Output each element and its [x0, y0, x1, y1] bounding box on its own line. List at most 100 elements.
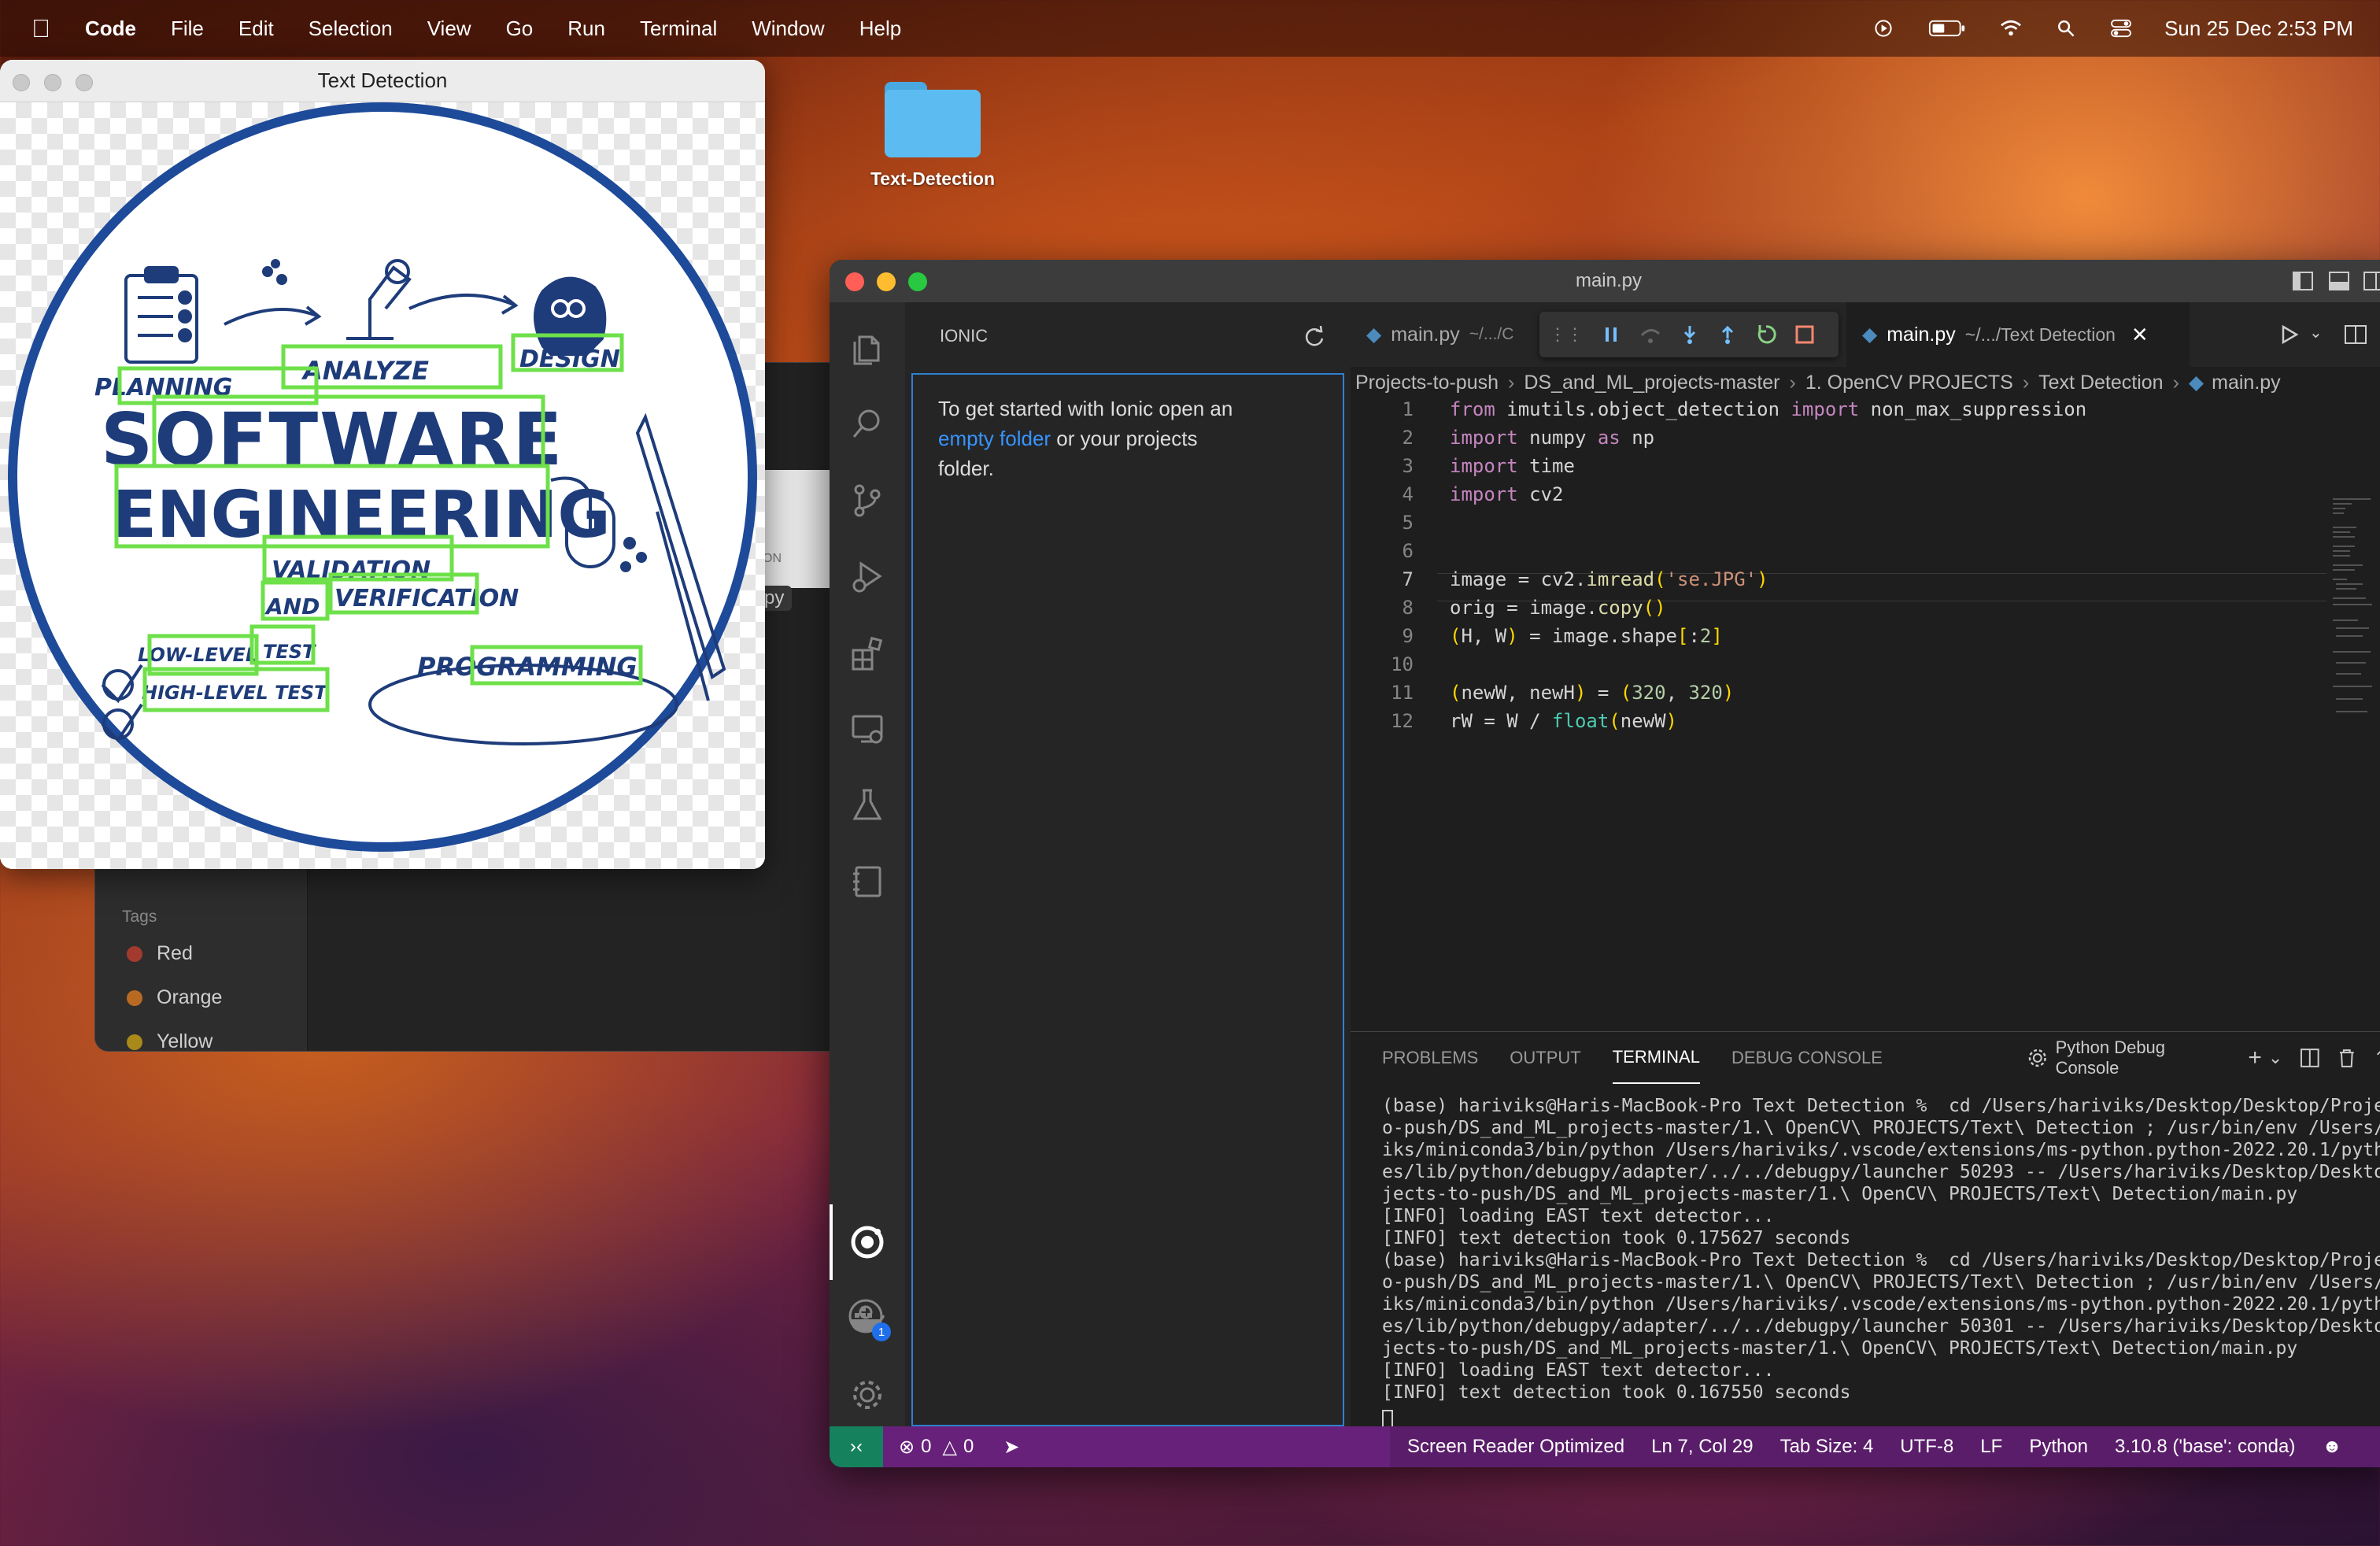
- toggle-primary-sidebar-icon[interactable]: [2292, 271, 2314, 291]
- breadcrumb-item[interactable]: Projects-to-push: [1355, 372, 1499, 394]
- apple-menu-icon[interactable]: : [31, 14, 50, 43]
- line-number: 2: [1402, 427, 1414, 449]
- debug-stop-icon[interactable]: [1794, 324, 1815, 345]
- vscode-window-title: main.py: [1575, 270, 1643, 291]
- menu-terminal[interactable]: Terminal: [640, 17, 717, 41]
- manage-gear-icon[interactable]: [845, 1373, 889, 1417]
- tab-main-py-active[interactable]: ◆ main.py ~/.../Text Detection ✕: [1846, 302, 2190, 367]
- remote-explorer-icon[interactable]: [845, 707, 889, 751]
- control-center-icon[interactable]: [2109, 19, 2133, 38]
- menu-go[interactable]: Go: [506, 17, 534, 41]
- finder-tag-yellow[interactable]: Yellow: [127, 1030, 213, 1051]
- maximize-panel-chevron-icon[interactable]: ⌃: [2374, 1048, 2380, 1068]
- sidebar-header: IONIC: [905, 302, 1351, 370]
- search-icon[interactable]: [845, 401, 889, 446]
- menubar-clock[interactable]: Sun 25 Dec 2:53 PM: [2164, 17, 2353, 41]
- minimize-button[interactable]: [877, 272, 896, 291]
- tab-size-status[interactable]: Tab Size: 4: [1780, 1436, 1874, 1458]
- source-control-icon[interactable]: [845, 479, 889, 523]
- refresh-icon[interactable]: [1303, 326, 1325, 348]
- editor-tabs: ◆ main.py ~/.../C ⋮⋮ ◆ main.py ~/.../Tex…: [1351, 302, 2380, 367]
- cursor-position-status[interactable]: Ln 7, Col 29: [1651, 1436, 1753, 1458]
- explorer-icon[interactable]: [845, 326, 889, 370]
- screen-reader-status[interactable]: Screen Reader Optimized: [1407, 1436, 1624, 1458]
- feedback-icon[interactable]: ☻: [2322, 1436, 2341, 1458]
- zoom-button[interactable]: [908, 272, 927, 291]
- menu-edit[interactable]: Edit: [238, 17, 274, 41]
- debug-drag-handle-icon[interactable]: ⋮⋮: [1549, 324, 1584, 345]
- code-line: import time: [1450, 455, 1575, 477]
- breadcrumb-item[interactable]: 1. OpenCV PROJECTS: [1805, 372, 2013, 394]
- panel-tabs: PROBLEMS OUTPUT TERMINAL DEBUG CONSOLE P…: [1351, 1032, 2380, 1084]
- ionic-welcome-panel: To get started with Ionic open an empty …: [911, 373, 1344, 1426]
- tab-terminal[interactable]: TERMINAL: [1612, 1032, 1700, 1084]
- battery-icon[interactable]: [1927, 19, 1968, 38]
- extensions-icon[interactable]: [845, 631, 889, 675]
- terminal-output[interactable]: (base) hariviks@Haris-MacBook-Pro Text D…: [1351, 1084, 2380, 1415]
- toggle-panel-icon[interactable]: [2328, 271, 2350, 291]
- terminal-selector[interactable]: Python Debug Console: [2056, 1037, 2231, 1078]
- code-editor[interactable]: 1234567891011121314151617181920212223 fr…: [1351, 398, 2380, 734]
- run-dropdown-chevron-icon[interactable]: ⌄: [2309, 323, 2323, 342]
- debug-pause-icon[interactable]: [1601, 324, 1621, 345]
- play-circle-icon[interactable]: [1872, 19, 1895, 38]
- vscode-titlebar[interactable]: main.py: [830, 260, 2380, 302]
- debug-step-over-icon[interactable]: [1639, 324, 1662, 345]
- file-icon-text: ON: [763, 552, 782, 565]
- debug-console-gear-icon: [2028, 1049, 2046, 1067]
- tab-close-icon[interactable]: ✕: [2131, 323, 2149, 347]
- interpreter-status[interactable]: 3.10.8 ('base': conda): [2115, 1436, 2295, 1458]
- debug-step-into-icon[interactable]: [1680, 324, 1700, 345]
- accounts-icon[interactable]: 1: [845, 1296, 891, 1341]
- toggle-secondary-sidebar-icon[interactable]: [2363, 271, 2380, 291]
- breadcrumb-item[interactable]: DS_and_ML_projects-master: [1524, 372, 1779, 394]
- debug-launch-icon[interactable]: ➤: [1003, 1436, 1019, 1459]
- ionic-icon[interactable]: [845, 1220, 889, 1264]
- menu-window[interactable]: Window: [752, 17, 824, 41]
- tab-main-py-1[interactable]: ◆ main.py ~/.../C: [1351, 302, 1539, 367]
- desktop-folder-label: Text-Detection: [870, 168, 996, 189]
- activity-selection-indicator: [830, 1204, 833, 1280]
- remote-indicator-icon[interactable]: ›‹: [830, 1426, 883, 1467]
- minimize-button[interactable]: [44, 74, 61, 91]
- menu-help[interactable]: Help: [859, 17, 901, 41]
- spotlight-search-icon[interactable]: [2054, 19, 2078, 38]
- empty-folder-link[interactable]: empty folder: [938, 427, 1051, 450]
- tab-problems[interactable]: PROBLEMS: [1382, 1032, 1478, 1084]
- tab-output[interactable]: OUTPUT: [1510, 1032, 1580, 1084]
- new-terminal-icon[interactable]: +: [2248, 1045, 2262, 1071]
- terminal-dropdown-chevron-icon[interactable]: ⌄: [2268, 1048, 2282, 1068]
- problems-status[interactable]: ⊗ 0 △ 0 ➤: [899, 1436, 1019, 1459]
- breadcrumb-item[interactable]: Text Detection: [2038, 372, 2163, 394]
- menu-file[interactable]: File: [171, 17, 204, 41]
- tab-debug-console[interactable]: DEBUG CONSOLE: [1731, 1032, 1883, 1084]
- encoding-status[interactable]: UTF-8: [1900, 1436, 1953, 1458]
- finder-tag-orange[interactable]: Orange: [127, 986, 222, 1009]
- debug-step-out-icon[interactable]: [1717, 324, 1738, 345]
- debug-restart-icon[interactable]: [1755, 324, 1777, 346]
- desktop-folder[interactable]: Text-Detection: [866, 82, 1000, 190]
- eol-status[interactable]: LF: [1980, 1436, 2002, 1458]
- finder-tag-red[interactable]: Red: [127, 942, 193, 965]
- notebook-icon[interactable]: [845, 860, 889, 904]
- zoom-button[interactable]: [76, 74, 93, 91]
- image-word-verification: VERIFICATION: [334, 585, 519, 612]
- minimap[interactable]: [2331, 494, 2378, 730]
- close-button[interactable]: [13, 74, 30, 91]
- close-button[interactable]: [845, 272, 864, 291]
- testing-icon[interactable]: [845, 782, 889, 827]
- text-detection-titlebar[interactable]: Text Detection: [0, 60, 765, 102]
- language-status[interactable]: Python: [2029, 1436, 2088, 1458]
- menu-selection[interactable]: Selection: [309, 17, 393, 41]
- run-python-file-icon[interactable]: [2279, 324, 2300, 345]
- split-terminal-icon[interactable]: [2300, 1048, 2320, 1068]
- wifi-icon[interactable]: [1999, 19, 2023, 38]
- menu-view[interactable]: View: [427, 17, 471, 41]
- kill-terminal-trash-icon[interactable]: [2338, 1048, 2356, 1068]
- breadcrumb-item[interactable]: main.py: [2212, 372, 2281, 394]
- tab-label: main.py: [1887, 323, 1956, 346]
- menu-run[interactable]: Run: [567, 17, 605, 41]
- split-editor-icon[interactable]: [2344, 324, 2367, 345]
- run-and-debug-icon[interactable]: [845, 554, 889, 598]
- menu-app-name[interactable]: Code: [85, 17, 136, 41]
